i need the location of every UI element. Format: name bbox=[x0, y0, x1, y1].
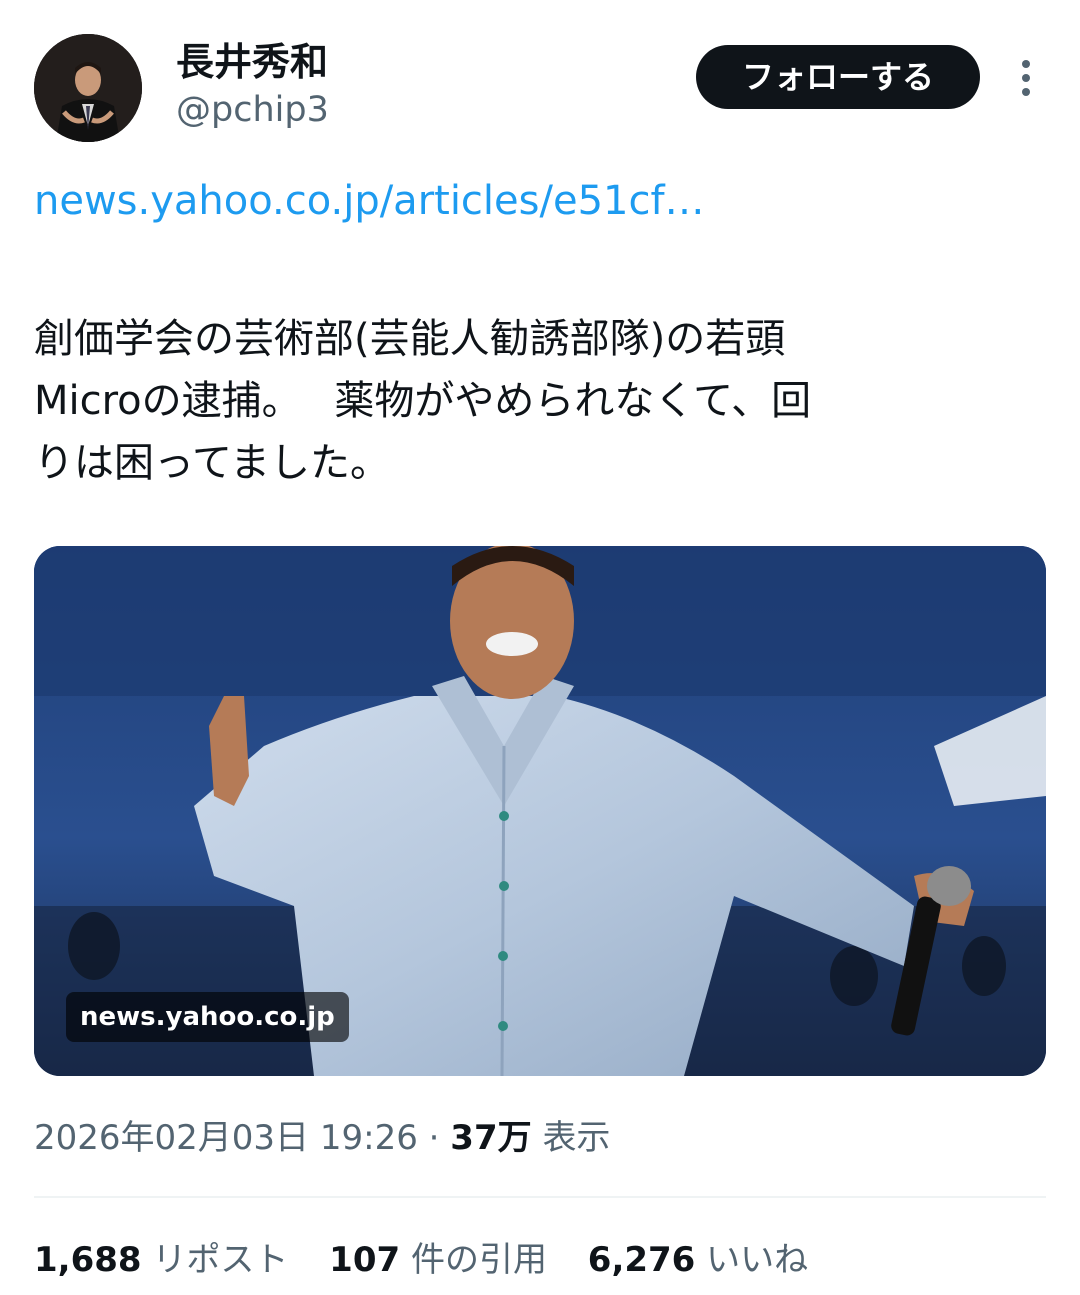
article-link[interactable]: news.yahoo.co.jp/articles/e51cf… bbox=[34, 174, 705, 228]
avatar-image bbox=[34, 34, 142, 142]
tweet-text: 創価学会の芸術部(芸能人勧誘部隊)の若頭 Microの逮捕。 薬物がやめられなく… bbox=[34, 308, 1034, 494]
link-card[interactable]: news.yahoo.co.jp bbox=[34, 546, 1046, 1076]
likes-label: いいね bbox=[706, 1240, 809, 1280]
tweet-header: 長井秀和 @pchip3 フォローする bbox=[34, 34, 1046, 144]
display-name[interactable]: 長井秀和 bbox=[176, 38, 329, 86]
card-domain-badge: news.yahoo.co.jp bbox=[66, 992, 349, 1042]
divider bbox=[34, 1196, 1046, 1198]
likes-stat[interactable]: 6,276 いいね bbox=[588, 1236, 808, 1284]
reposts-count: 1,688 bbox=[34, 1240, 142, 1280]
user-info[interactable]: 長井秀和 @pchip3 bbox=[176, 38, 329, 134]
reposts-stat[interactable]: 1,688 リポスト bbox=[34, 1236, 288, 1284]
timestamp[interactable]: 2026年02月03日 19:26 bbox=[34, 1118, 418, 1158]
more-vertical-icon bbox=[1022, 60, 1030, 96]
more-options-button[interactable] bbox=[1008, 56, 1044, 100]
engagement-stats: 1,688 リポスト 107 件の引用 6,276 いいね bbox=[34, 1236, 838, 1284]
views-label: 表示 bbox=[542, 1118, 611, 1158]
quotes-count: 107 bbox=[329, 1240, 401, 1280]
user-handle[interactable]: @pchip3 bbox=[176, 86, 329, 134]
follow-button[interactable]: フォローする bbox=[696, 45, 980, 109]
reposts-label: リポスト bbox=[152, 1240, 289, 1280]
tweet-meta: 2026年02月03日 19:26 · 37万 表示 bbox=[34, 1114, 610, 1162]
quotes-stat[interactable]: 107 件の引用 bbox=[329, 1236, 547, 1284]
avatar[interactable] bbox=[34, 34, 142, 142]
tweet-text-line: りは困ってました。 bbox=[34, 440, 390, 486]
quotes-label: 件の引用 bbox=[410, 1240, 547, 1280]
tweet-text-line: Microの逮捕。 薬物がやめられなくて、回 bbox=[34, 378, 812, 424]
likes-count: 6,276 bbox=[587, 1240, 696, 1280]
meta-separator: · bbox=[428, 1118, 440, 1158]
views-count: 37万 bbox=[450, 1118, 532, 1158]
tweet-text-line: 創価学会の芸術部(芸能人勧誘部隊)の若頭 bbox=[34, 316, 786, 362]
